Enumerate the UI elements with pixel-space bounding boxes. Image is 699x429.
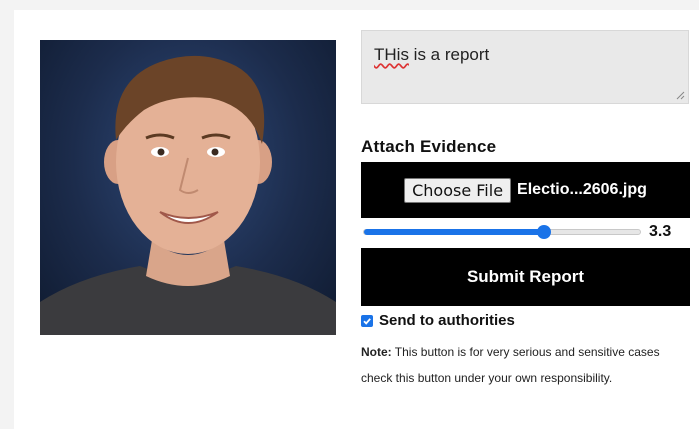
note-text: Note: This button is for very serious an…: [361, 339, 686, 391]
checkbox-checked-icon[interactable]: [361, 314, 373, 327]
slider-value: 3.3: [649, 223, 672, 240]
selected-file-name: Electio...2606.jpg: [517, 181, 647, 198]
send-to-authorities-option[interactable]: Send to authorities: [361, 312, 515, 329]
file-upload: Choose File Electio...2606.jpg: [361, 162, 690, 218]
slider-fill: [364, 229, 545, 235]
report-text: is a report: [408, 45, 490, 64]
note-prefix: Note:: [361, 345, 392, 359]
attach-evidence-heading: Attach Evidence: [361, 137, 497, 156]
profile-photo: [40, 40, 336, 335]
report-text-misspelled: THis: [374, 45, 409, 64]
slider-track[interactable]: [363, 229, 641, 235]
send-to-authorities-label: Send to authorities: [379, 312, 515, 329]
resize-grip-icon[interactable]: [676, 91, 685, 100]
severity-slider[interactable]: 3.3: [361, 222, 690, 242]
slider-thumb[interactable]: [536, 225, 551, 239]
submit-report-button[interactable]: Submit Report: [361, 248, 690, 306]
choose-file-button[interactable]: Choose File: [404, 177, 512, 203]
note-body: This button is for very serious and sens…: [361, 345, 660, 385]
report-textarea[interactable]: THis is a report: [361, 30, 689, 104]
